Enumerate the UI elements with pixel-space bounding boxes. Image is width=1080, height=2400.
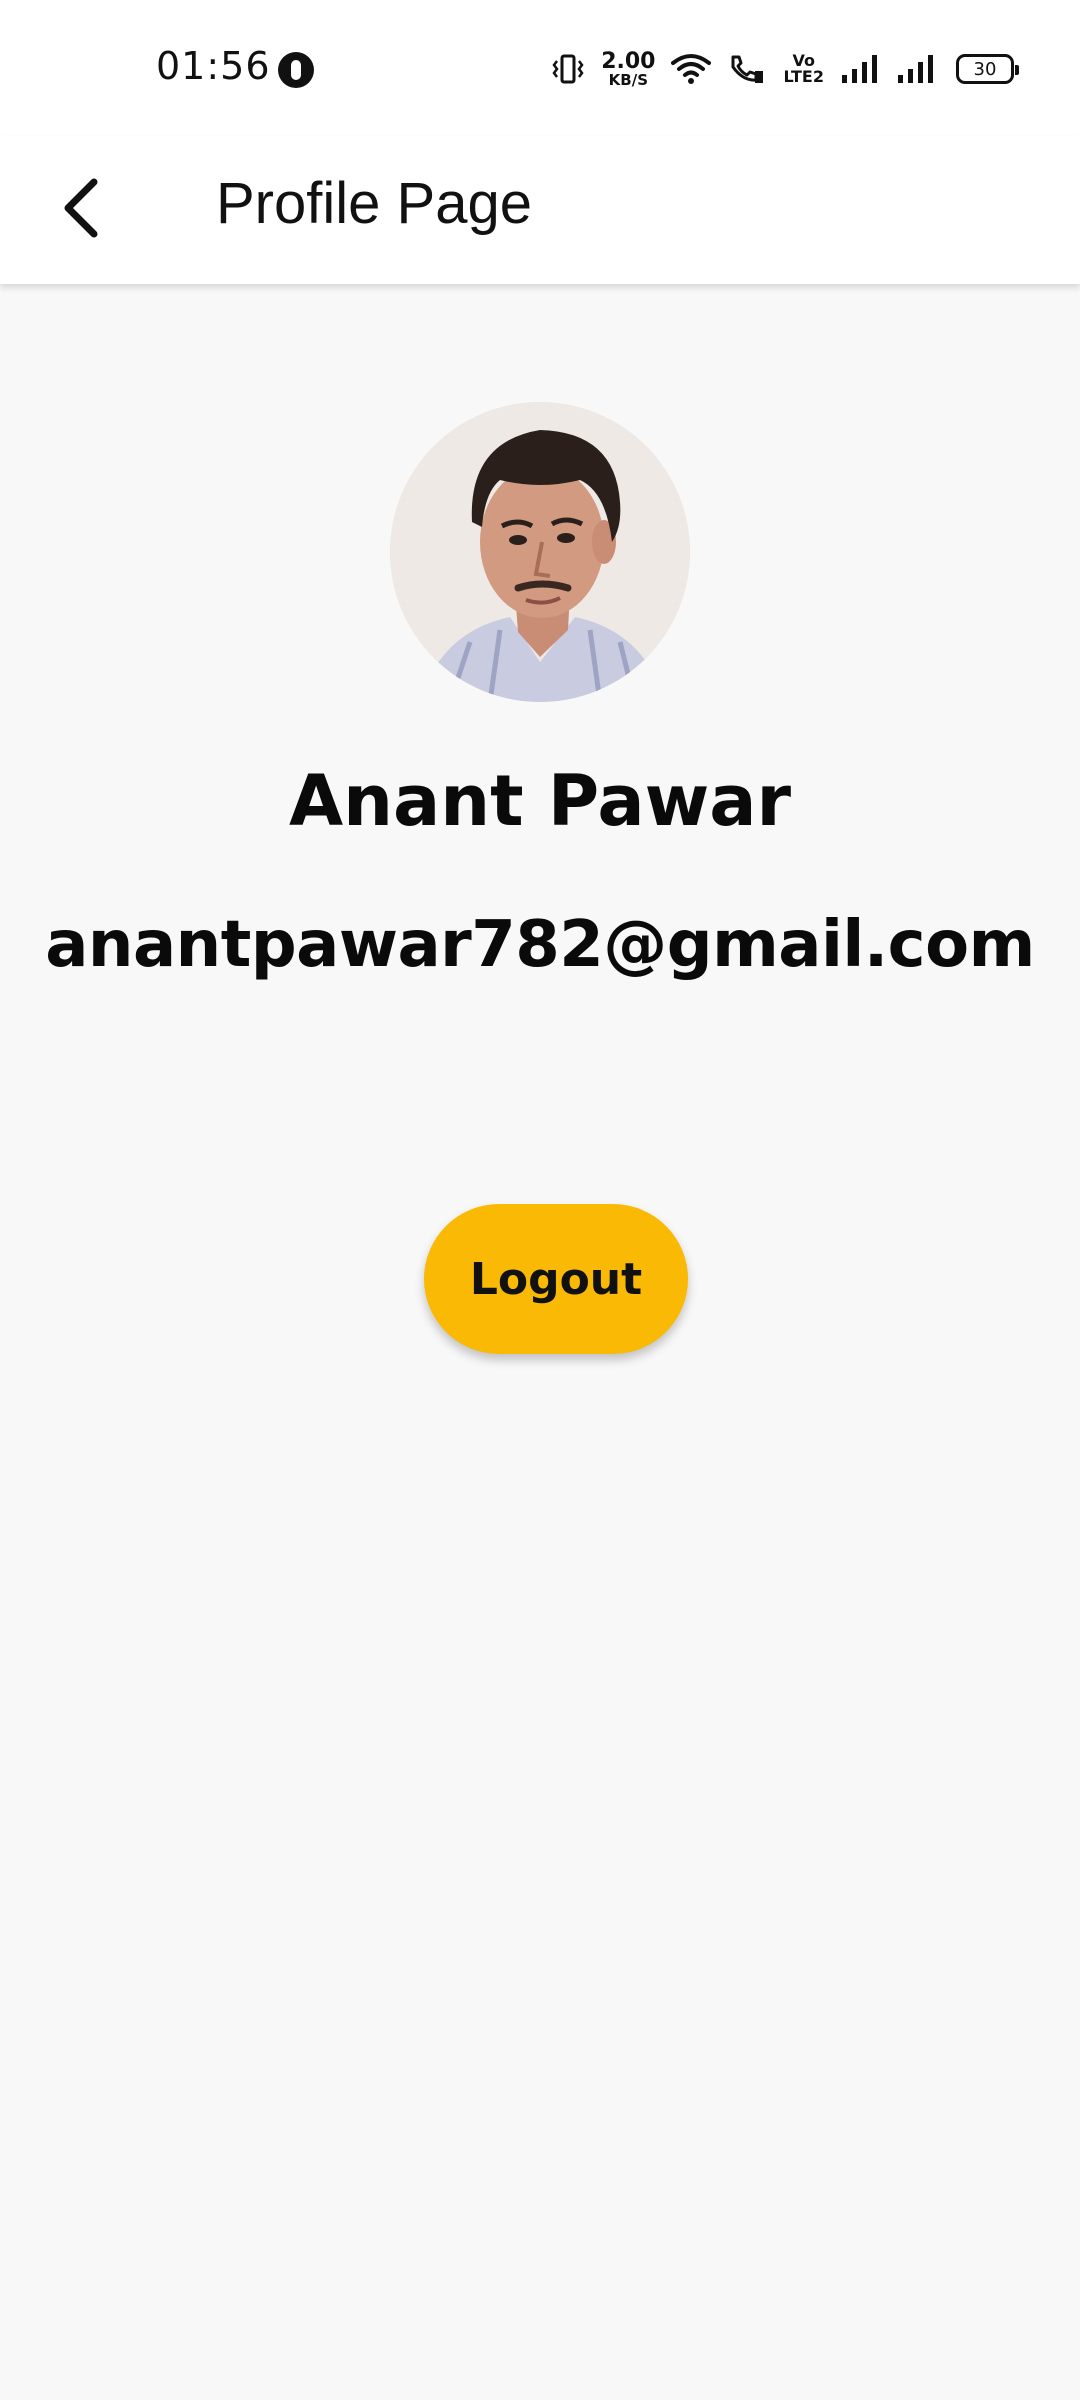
status-bar: 01:56 2.00 KB/S Vo LTE2 30 [0, 0, 1080, 136]
app-notification-icon [278, 52, 314, 88]
battery-level: 30 [973, 58, 997, 80]
status-icons: 2.00 KB/S Vo LTE2 30 [551, 46, 1019, 92]
page-title: Profile Page [216, 171, 532, 236]
avatar [390, 402, 690, 702]
volte-indicator: Vo LTE2 [783, 53, 824, 85]
logout-button[interactable]: Logout [424, 1204, 688, 1354]
app-bar: Profile Page [0, 136, 1080, 284]
volte-bottom-label: LTE2 [783, 67, 824, 86]
arrow-back-icon [56, 176, 104, 244]
back-button[interactable] [36, 166, 124, 254]
status-time: 01:56 [156, 44, 271, 88]
wifi-call-icon [727, 53, 767, 85]
network-speed-value: 2.00 [601, 48, 656, 74]
wifi-icon [671, 53, 712, 85]
signal-icon-sim2 [896, 53, 936, 85]
vibrate-icon [551, 53, 585, 85]
user-email: anantpawar782@gmail.com [45, 908, 1035, 982]
network-speed: 2.00 KB/S [601, 48, 656, 89]
battery-icon: 30 [956, 54, 1019, 84]
signal-icon-sim1 [840, 53, 880, 85]
network-speed-unit: KB/S [608, 70, 648, 89]
user-name: Anant Pawar [289, 760, 791, 842]
